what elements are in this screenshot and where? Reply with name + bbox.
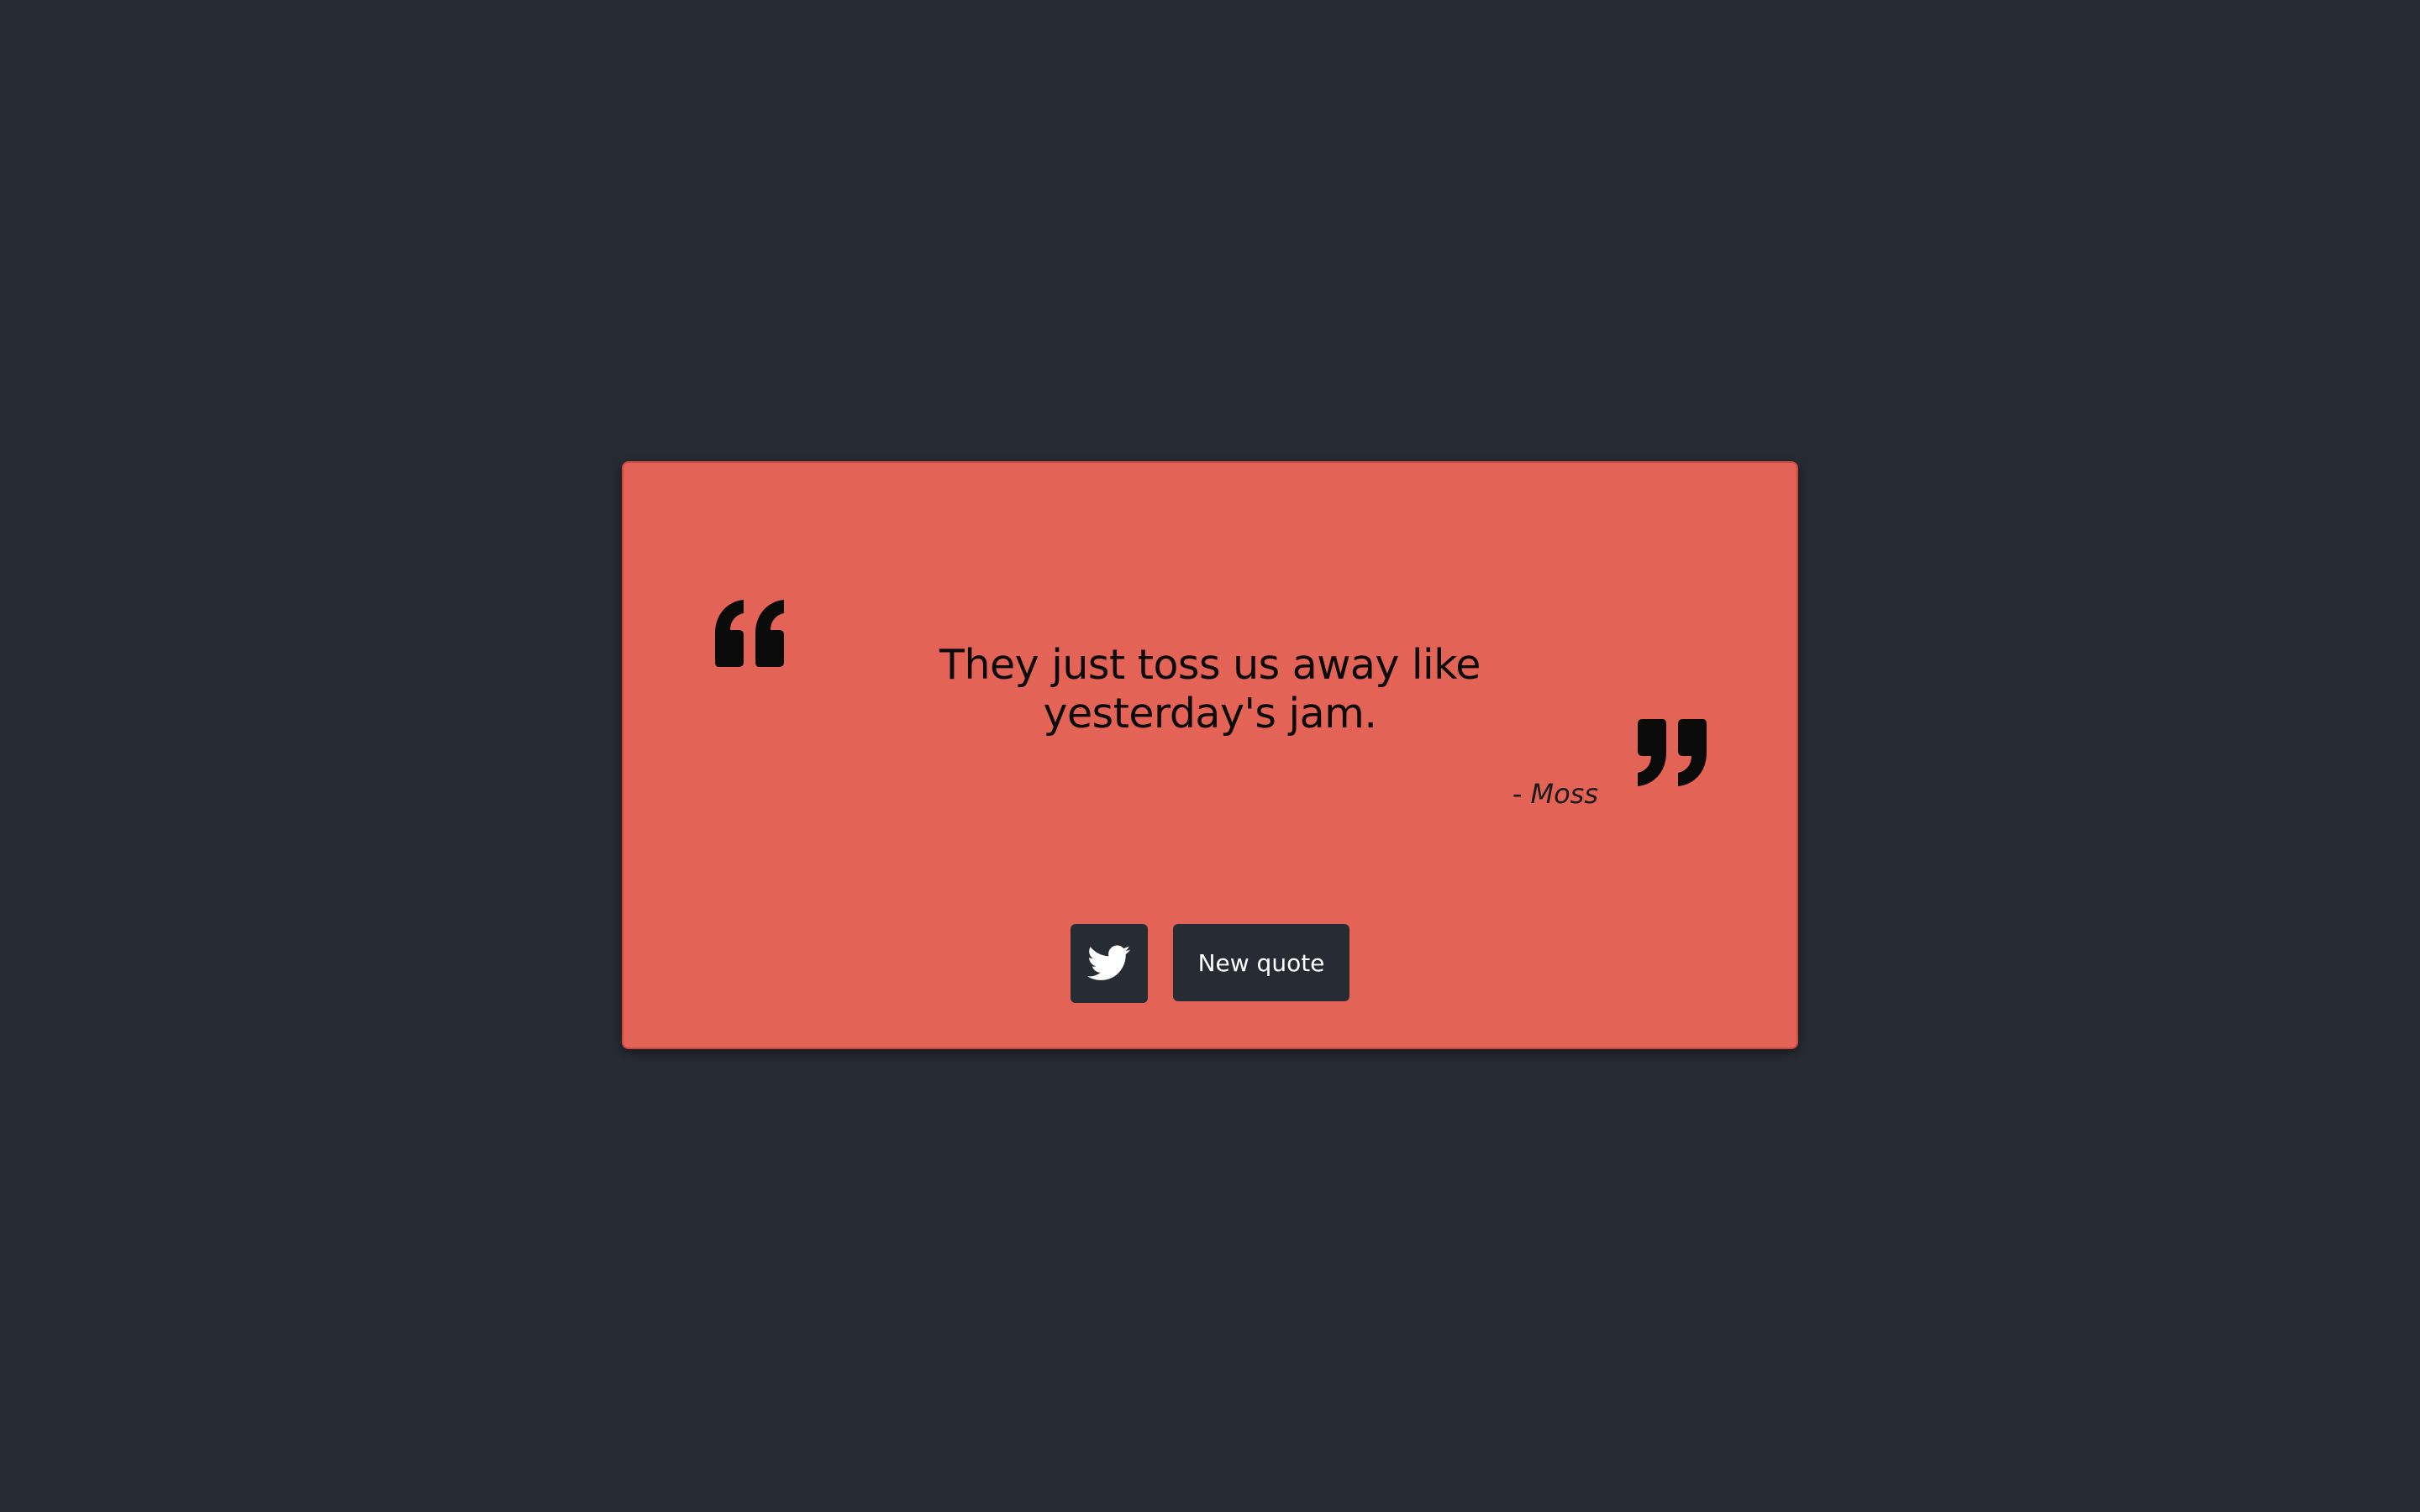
- tweet-button[interactable]: [1071, 924, 1148, 1003]
- quote-card: They just toss us away like yesterday's …: [622, 461, 1798, 1049]
- action-bar: New quote: [623, 924, 1797, 1003]
- new-quote-button[interactable]: New quote: [1173, 924, 1349, 1001]
- quote-open-icon: [715, 600, 784, 667]
- quote-text: They just toss us away like yesterday's …: [939, 641, 1481, 738]
- quote-author: - Moss: [1512, 778, 1598, 810]
- twitter-icon: [1087, 945, 1131, 980]
- quote-close-icon: [1638, 719, 1707, 786]
